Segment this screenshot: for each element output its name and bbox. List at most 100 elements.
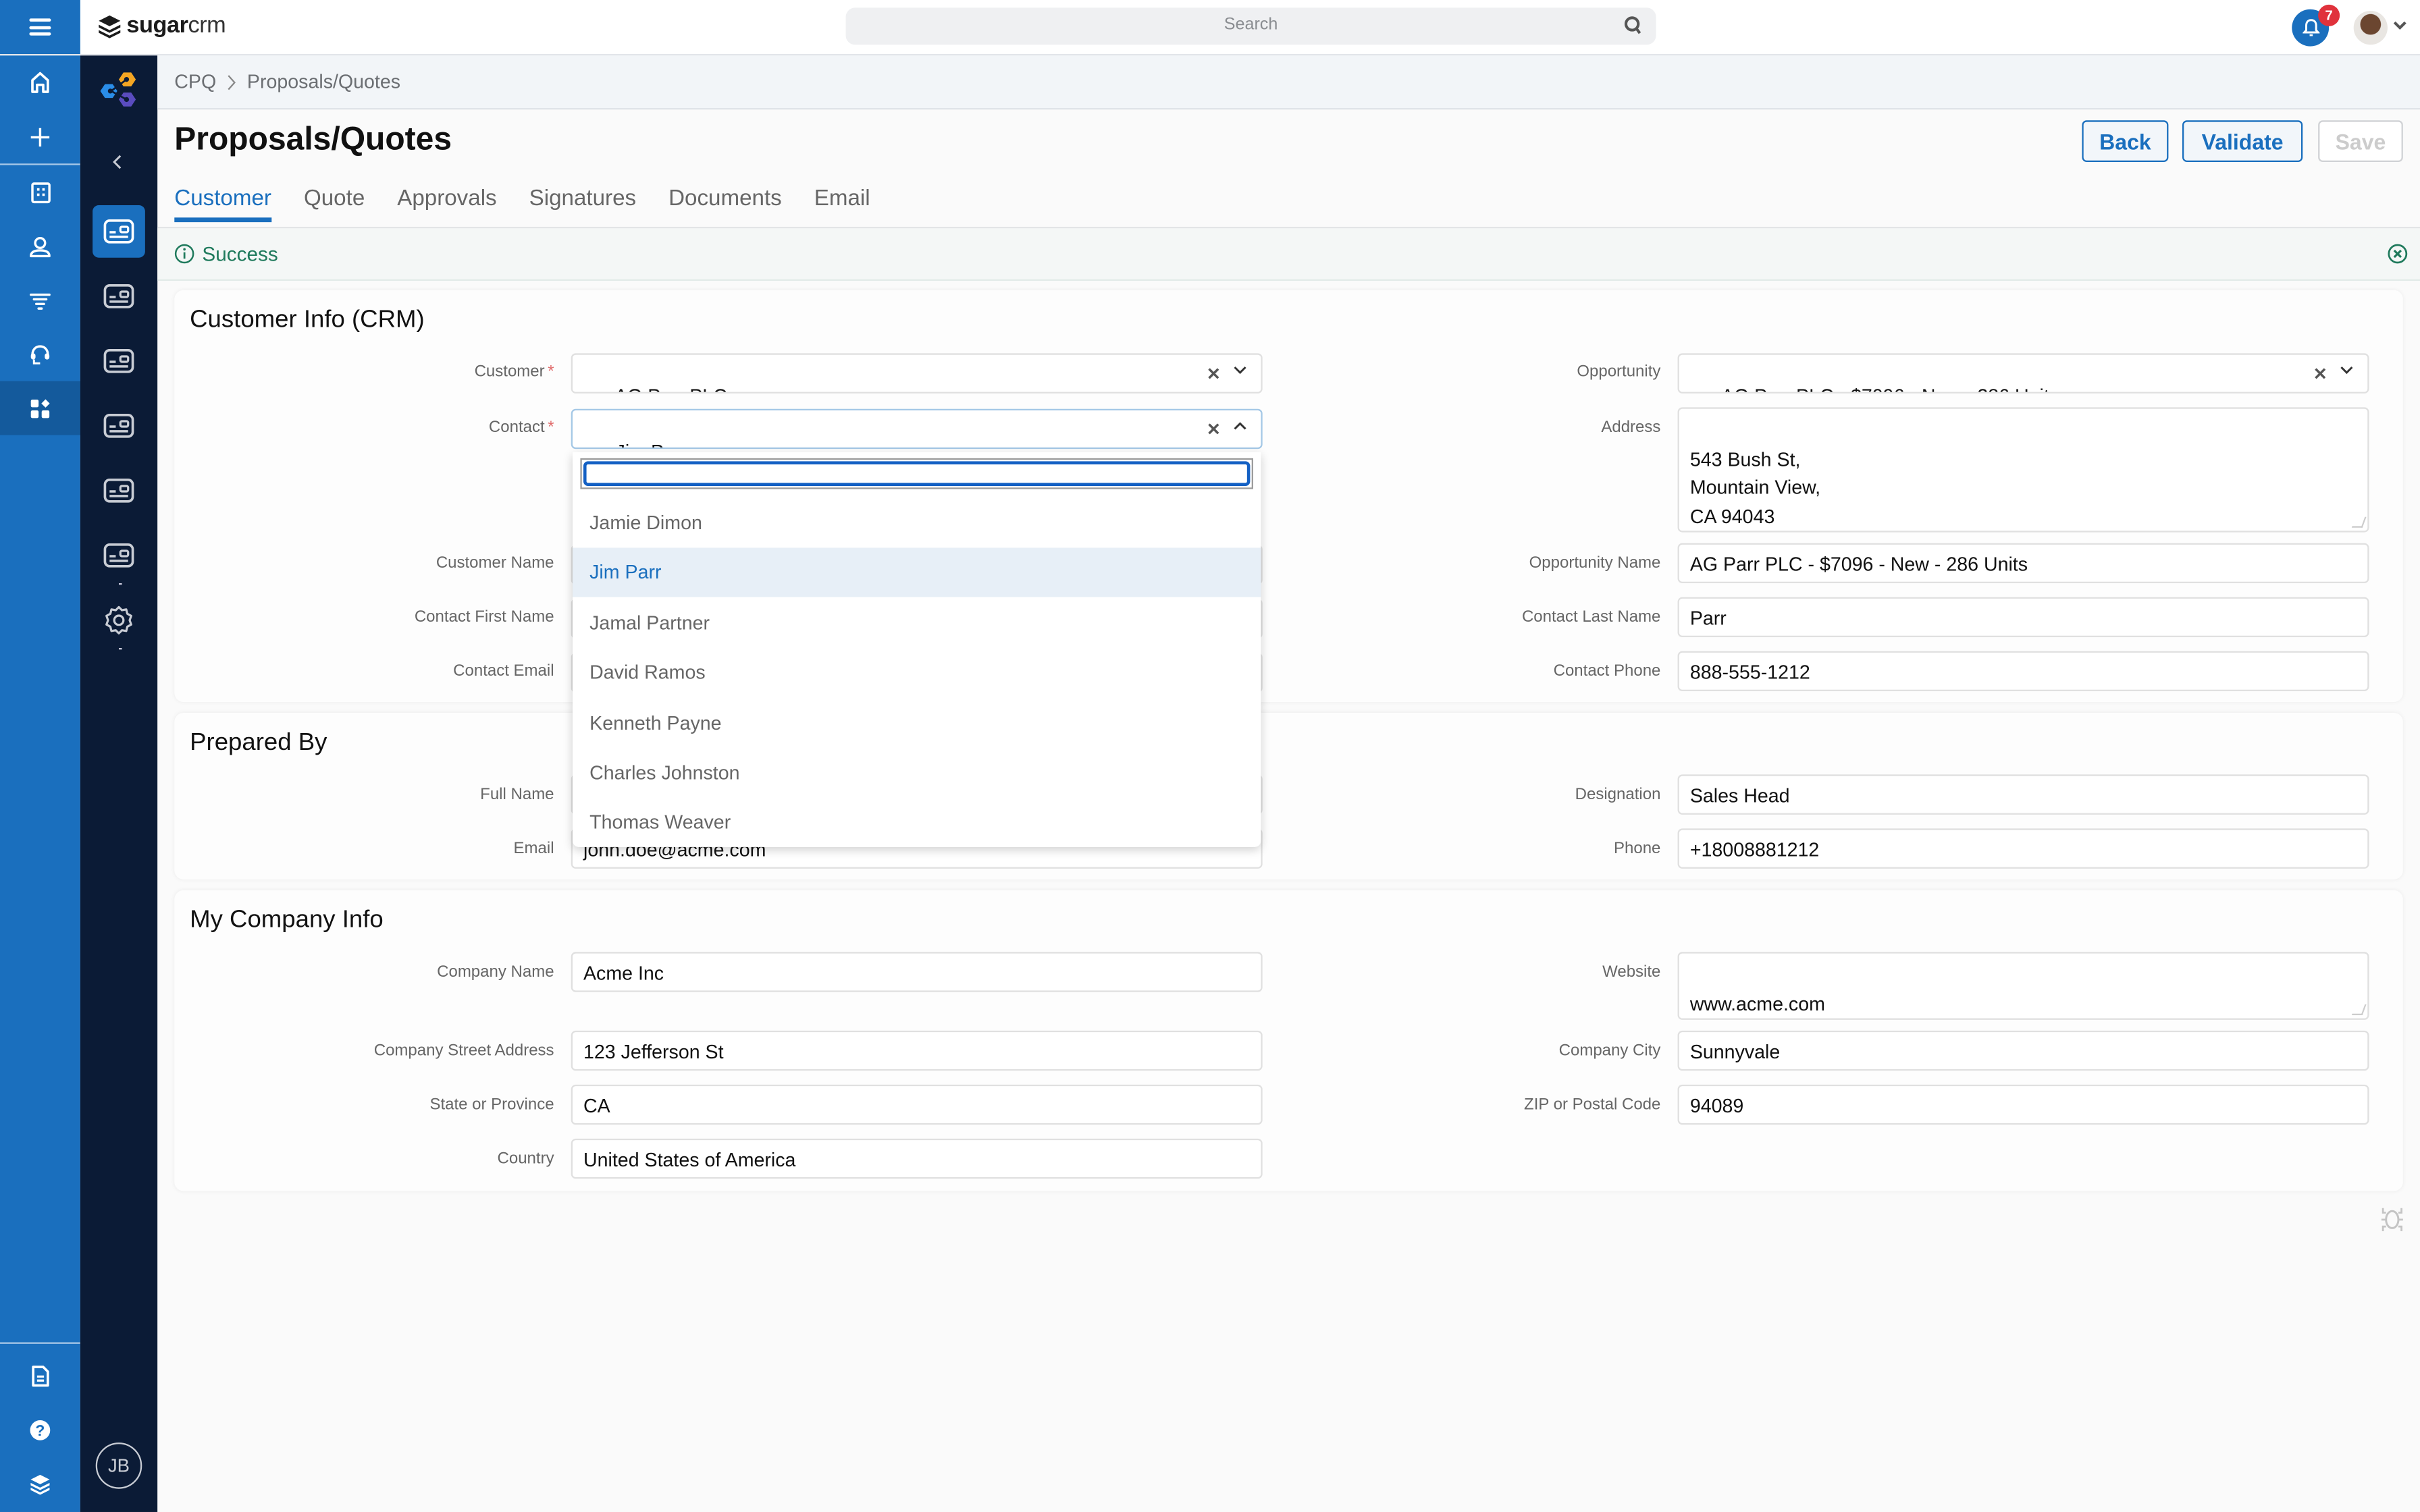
module-item-6[interactable] [93,529,145,582]
tab-customer[interactable]: Customer [174,187,271,223]
address-textarea[interactable]: 543 Bush St, Mountain View, CA 94043 [1677,407,2369,533]
resize-handle[interactable] [2351,1004,2367,1015]
module-item-3[interactable] [93,335,145,387]
country-field[interactable]: United States of America [571,1138,1263,1179]
nav-apps[interactable] [0,381,80,435]
nav-create[interactable] [0,109,80,163]
clear-icon[interactable]: ✕ [2313,364,2327,384]
sugarcrm-logo[interactable]: sugarcrm [97,12,226,38]
module-item-2[interactable] [93,270,145,323]
tab-documents[interactable]: Documents [668,187,782,223]
success-alert: Success [157,228,2420,281]
layers-icon [30,1474,50,1494]
app-window: sugarcrm Search 7 ? JB CPQ Proposals/Quo… [0,0,2420,1512]
bell-icon [2302,19,2319,36]
nav-documents[interactable] [0,1349,80,1403]
opportunity-name-field[interactable]: AG Parr PLC - $7096 - New - 286 Units [1677,543,2369,583]
tab-signatures[interactable]: Signatures [529,187,636,223]
city-field[interactable]: Sunnyvale [1677,1030,2369,1071]
back-button[interactable]: Back [2082,120,2169,162]
nav-sugar[interactable] [0,1457,80,1511]
website-textarea[interactable]: www.acme.com [1677,952,2369,1020]
contact-last-name-field[interactable]: Parr [1677,597,2369,637]
nav-home[interactable] [0,55,80,109]
validate-button[interactable]: Validate [2182,120,2303,162]
search-icon[interactable] [1624,16,1642,36]
customer-value: AG Parr PLC [614,385,727,392]
tab-quote[interactable]: Quote [304,187,365,223]
clear-icon[interactable]: ✕ [1207,420,1221,439]
chevron-up-icon[interactable] [1233,421,1247,431]
nav-help[interactable]: ? [0,1403,80,1457]
contact-dropdown-menu: Jamie Dimon Jim Parr Jamal Partner David… [572,452,1261,847]
dropdown-option[interactable]: Jamal Partner [573,599,1261,648]
nav-contacts[interactable] [0,219,80,273]
info-icon [174,244,194,264]
module-item-4[interactable] [93,400,145,452]
chevron-down-icon[interactable] [2340,366,2354,375]
bug-icon[interactable] [2378,1205,2406,1233]
cpq-app-logo-icon[interactable] [97,71,140,114]
menu-button[interactable] [0,0,80,54]
nav-pipeline[interactable] [0,273,80,327]
dropdown-option[interactable]: Charles Johnston [573,749,1261,798]
customer-info-panel: Customer Info (CRM) Customer* AG Parr PL… [174,290,2403,702]
user-avatar[interactable] [2353,10,2388,45]
dropdown-option[interactable]: David Ramos [573,648,1261,697]
svg-text:?: ? [35,1421,45,1438]
designation-field[interactable]: Sales Head [1677,774,2369,815]
designation-label: Designation [1575,785,1661,804]
dropdown-option[interactable]: Thomas Weaver [573,798,1261,847]
brand-light: crm [188,12,226,39]
dropdown-option[interactable]: Jamie Dimon [573,498,1261,547]
clear-icon[interactable]: ✕ [1207,364,1221,384]
customer-select[interactable]: AG Parr PLC ✕ [571,353,1263,394]
tab-bar: Customer Quote Approvals Signatures Docu… [174,187,870,223]
dropdown-search-input[interactable] [583,461,1251,486]
gear-icon [105,605,132,634]
save-button[interactable]: Save [2318,120,2403,162]
user-initials-avatar[interactable]: JB [95,1442,142,1489]
zip-field[interactable]: 94089 [1677,1084,2369,1125]
headset-icon [30,344,50,364]
close-circle-icon[interactable] [2388,244,2408,264]
id-card-icon [103,479,134,503]
dropdown-option[interactable]: Kenneth Payne [573,699,1261,748]
email-label: Email [513,839,554,858]
collapse-chevron-left-icon[interactable] [111,155,124,170]
chevron-down-icon[interactable] [2392,20,2408,31]
tab-approvals[interactable]: Approvals [397,187,496,223]
breadcrumb-root[interactable]: CPQ [174,71,216,92]
phone-field[interactable]: +18008881212 [1677,828,2369,869]
state-field[interactable]: CA [571,1084,1263,1125]
company-name-label: Company Name [437,963,554,981]
module-settings[interactable] [93,594,145,647]
contact-phone-field[interactable]: 888-555-1212 [1677,651,2369,691]
person-icon [29,236,51,256]
required-asterisk: * [548,418,554,437]
contact-value: Jim Parr [616,441,687,448]
help-icon: ? [30,1419,51,1440]
contact-select[interactable]: Jim Parr ✕ [571,408,1263,450]
id-card-icon [103,284,134,308]
street-field[interactable]: 123 Jefferson St [571,1030,1263,1071]
contact-phone-label: Contact Phone [1553,662,1661,680]
module-item-1[interactable] [93,205,145,258]
module-item-5[interactable] [93,464,145,517]
opportunity-select[interactable]: AG Parr PLC - $7096 - New - 286 Units ✕ [1677,353,2369,394]
separator-dot [118,583,122,585]
sugar-cube-icon [99,14,121,38]
global-search[interactable]: Search [845,7,1656,45]
prepared-by-panel: Prepared By Full Name Email john.doe@acm… [174,712,2403,880]
chevron-down-icon[interactable] [1233,366,1247,375]
home-icon [31,72,49,93]
dropdown-option-selected[interactable]: Jim Parr [572,547,1261,597]
company-name-field[interactable]: Acme Inc [571,952,1263,992]
top-bar: sugarcrm Search 7 [0,0,2420,56]
nav-accounts[interactable] [0,165,80,219]
section-title: Customer Info (CRM) [190,306,425,333]
nav-support[interactable] [0,327,80,381]
state-label: State or Province [429,1095,554,1114]
resize-handle[interactable] [2351,516,2367,528]
tab-email[interactable]: Email [814,187,870,223]
